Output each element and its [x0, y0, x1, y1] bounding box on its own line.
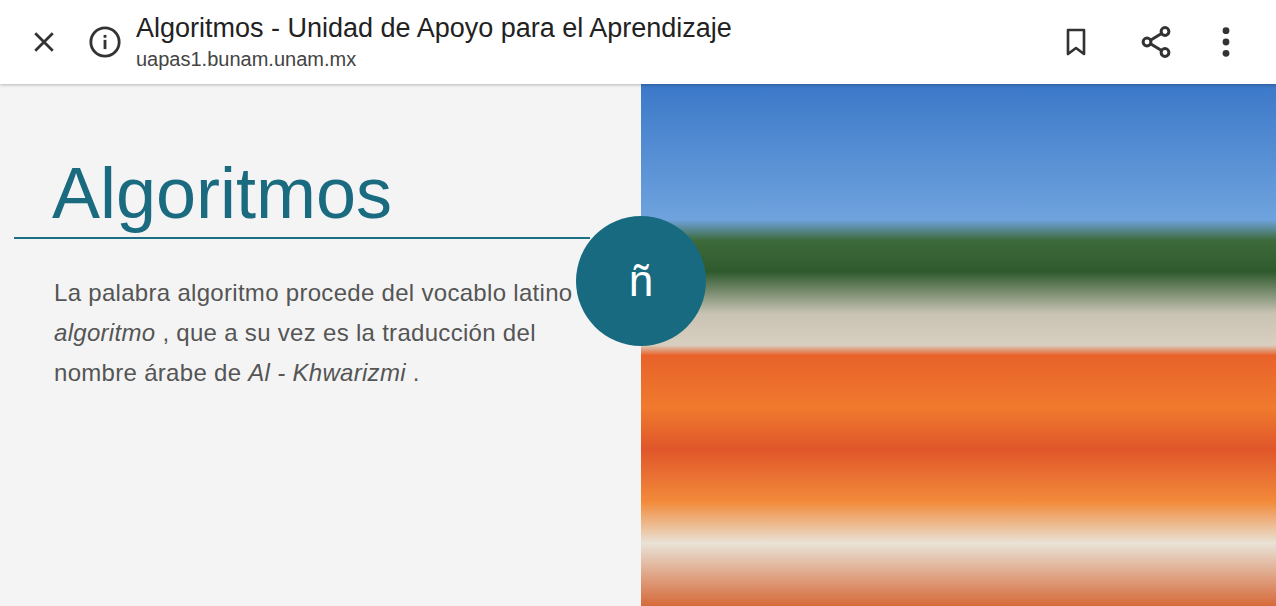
info-icon	[88, 25, 122, 59]
text-panel: Algoritmos La palabra algoritmo procede d…	[0, 84, 641, 606]
more-vertical-icon	[1220, 25, 1232, 59]
bookmark-icon	[1060, 25, 1092, 59]
paragraph-segment: algoritmo	[54, 319, 155, 346]
page-content: Algoritmos La palabra algoritmo procede d…	[0, 84, 1276, 606]
paragraph-segment: Al - Khwarizmi	[248, 359, 406, 386]
bookmark-button[interactable]	[1036, 12, 1116, 72]
share-button[interactable]	[1116, 12, 1196, 72]
intro-paragraph: La palabra algoritmo procede del vocablo…	[54, 273, 574, 393]
browser-screen: Algoritmos - Unidad de Apoyo para el Apr…	[0, 0, 1276, 606]
page-title: Algoritmos - Unidad de Apoyo para el Apr…	[136, 13, 1036, 44]
close-icon	[29, 27, 59, 57]
share-icon	[1138, 24, 1174, 60]
more-button[interactable]	[1196, 12, 1256, 72]
close-button[interactable]	[0, 12, 88, 72]
paragraph-segment: .	[406, 359, 420, 386]
page-heading: Algoritmos	[14, 154, 590, 239]
page-url: uapas1.bunam.unam.mx	[136, 48, 1036, 71]
page-title-area: Algoritmos - Unidad de Apoyo para el Apr…	[136, 13, 1036, 71]
photo	[641, 84, 1276, 606]
site-info-button[interactable]	[88, 25, 128, 59]
browser-toolbar: Algoritmos - Unidad de Apoyo para el Apr…	[0, 0, 1276, 84]
language-badge[interactable]: ñ	[576, 216, 706, 346]
paragraph-segment: La palabra algoritmo procede del vocablo…	[54, 279, 572, 306]
